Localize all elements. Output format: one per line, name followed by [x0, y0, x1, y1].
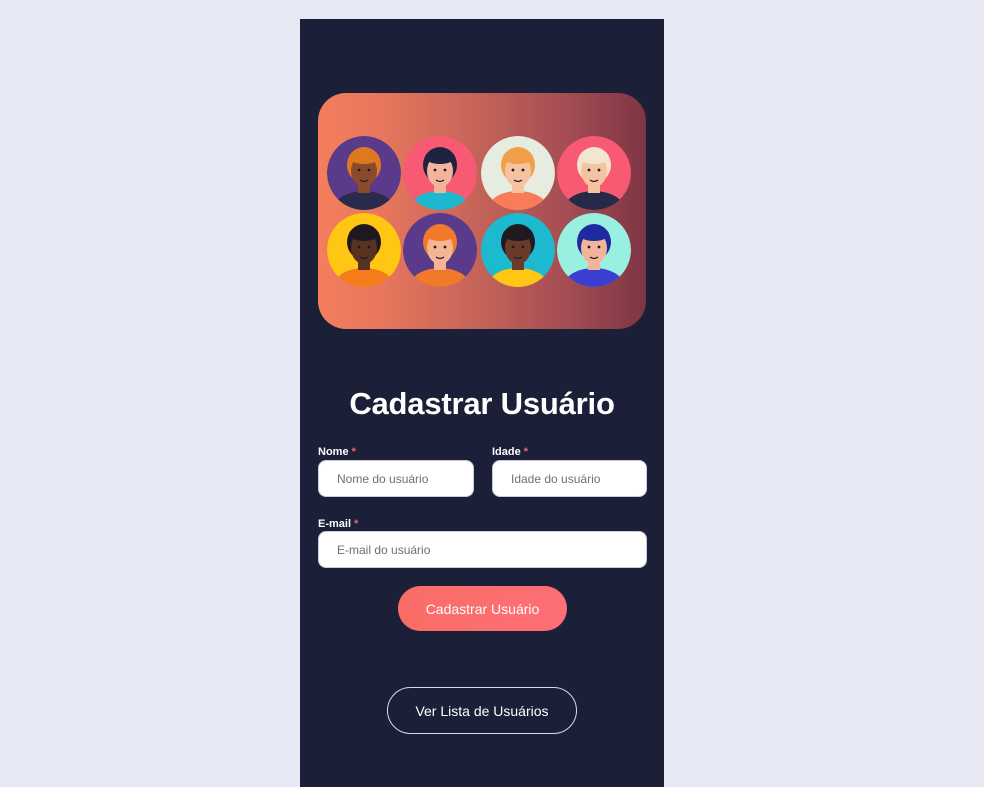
required-mark: *: [523, 446, 529, 458]
avatar-hoodie-man: [481, 213, 555, 287]
name-input[interactable]: [318, 460, 474, 497]
avatar-redhead-man: [403, 213, 477, 287]
avatars-banner: [318, 93, 646, 329]
avatars-illustration: [327, 136, 631, 287]
email-label-text: E-mail: [318, 518, 352, 530]
required-mark: *: [351, 446, 356, 458]
avatar-bearded-man: [557, 213, 631, 287]
name-label: Nome *: [318, 446, 356, 458]
page-title: Cadastrar Usuário: [349, 386, 615, 421]
email-label: E-mail *: [318, 518, 358, 530]
app-container: Cadastrar Usuário Nome* Idade* E-mail* C…: [300, 19, 664, 787]
email-input[interactable]: [318, 531, 647, 568]
age-label-text: Idade: [492, 446, 521, 458]
age-label: Idade *: [492, 446, 528, 458]
view-users-list-button[interactable]: Ver Lista de Usuários: [387, 687, 577, 734]
required-mark: *: [354, 518, 359, 530]
age-input[interactable]: [492, 460, 647, 497]
name-label-text: Nome: [318, 446, 349, 458]
avatar-glasses-man: [327, 213, 401, 287]
register-user-button[interactable]: Cadastrar Usuário: [398, 586, 567, 631]
